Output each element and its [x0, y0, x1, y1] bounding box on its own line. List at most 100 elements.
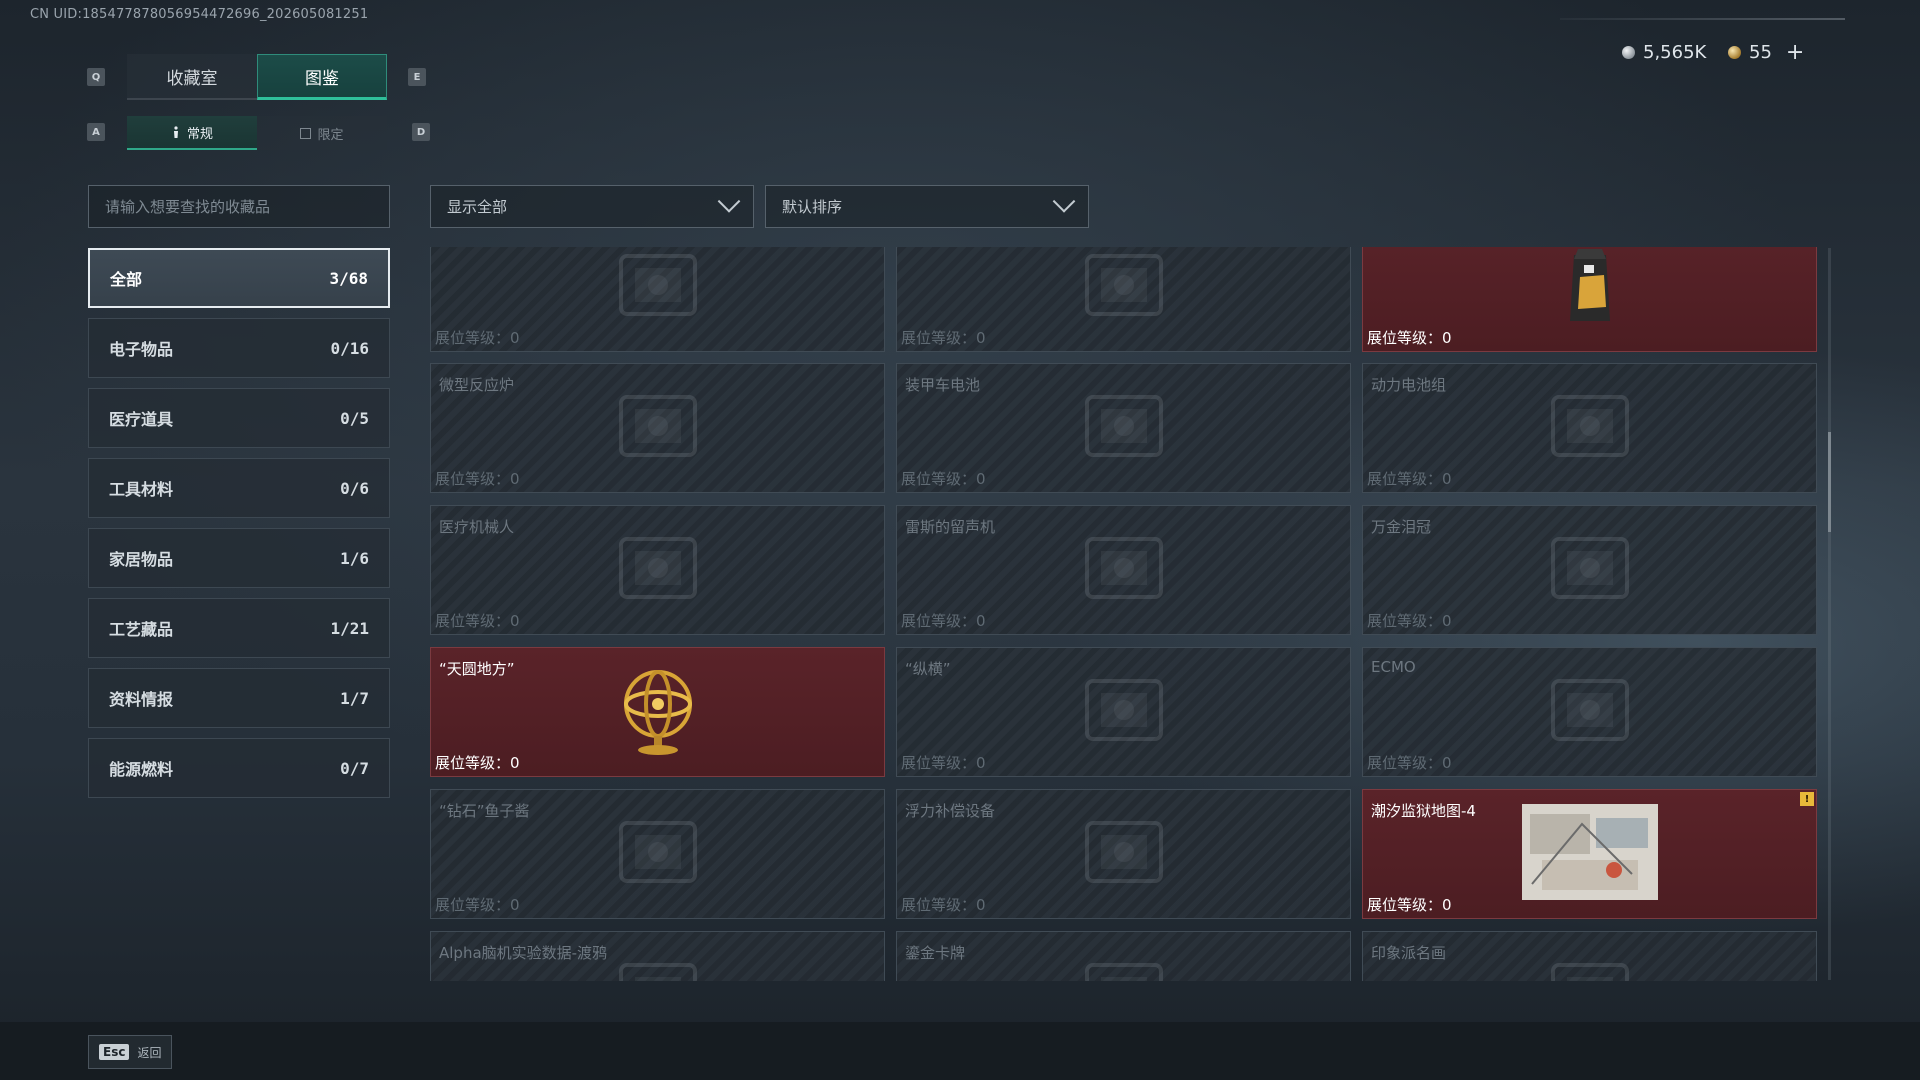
category-count: 3/68	[329, 268, 368, 288]
reactor-icon	[603, 381, 713, 475]
card-name: 动力电池组	[1371, 376, 1447, 394]
figure-icon	[173, 126, 178, 138]
silver-value: 5,565K	[1643, 41, 1707, 63]
card-name: Alpha脑机实验数据-渡鸦	[439, 944, 608, 962]
gold-value: 55	[1749, 41, 1772, 63]
crown-icon	[1535, 523, 1645, 617]
tab-collection-room[interactable]: 收藏室	[127, 54, 257, 100]
sort-dropdown[interactable]: 默认排序	[765, 185, 1089, 228]
card-name: 装甲车电池	[905, 376, 981, 394]
collection-card[interactable]: 医疗机械人 展位等级：0	[430, 505, 885, 635]
category-item[interactable]: 全部 3/68	[88, 248, 390, 308]
category-item[interactable]: 能源燃料 0/7	[88, 738, 390, 798]
key-hint-next-tab: E	[408, 68, 426, 86]
chessboard-icon	[1069, 665, 1179, 759]
category-count: 0/5	[340, 408, 369, 428]
prison-map-icon	[1521, 804, 1658, 904]
card-level: 展位等级：0	[1367, 470, 1452, 488]
limited-icon	[300, 127, 312, 139]
key-hint-next-subtab: D	[412, 123, 430, 141]
category-item[interactable]: 电子物品 0/16	[88, 318, 390, 378]
buoyancy-device-icon	[1069, 807, 1179, 901]
collection-card[interactable]: Alpha脑机实验数据-渡鸦展位等级：0	[430, 931, 885, 981]
card-name: 浮力补偿设备	[905, 802, 996, 820]
scrollbar-thumb[interactable]	[1828, 432, 1831, 532]
silver-coin-icon	[1622, 45, 1635, 59]
category-item[interactable]: 工具材料 0/6	[88, 458, 390, 518]
category-count: 0/16	[330, 338, 369, 358]
category-item[interactable]: 工艺藏品 1/21	[88, 598, 390, 658]
card-level: 展位等级：0	[901, 754, 986, 772]
category-label: 能源燃料	[109, 760, 174, 779]
collection-card[interactable]: 微型反应炉 展位等级：0	[430, 363, 885, 493]
card-name: 万金泪冠	[1371, 518, 1432, 536]
category-count: 1/21	[330, 618, 369, 638]
collection-card[interactable]: ECMO 展位等级：0	[1362, 647, 1817, 777]
painting-icon	[1535, 949, 1645, 981]
caviar-tin-icon	[603, 807, 713, 901]
card-level: 展位等级：0	[435, 470, 520, 488]
card-level: 展位等级：0	[1367, 896, 1452, 914]
collection-grid: 展位等级：0 展位等级：0 展位等级：0 微型反应炉 展位等级：0 装甲车电池 展位等级：0…	[430, 247, 1820, 981]
chevron-down-icon	[717, 189, 741, 213]
collection-card[interactable]: 展位等级：0	[430, 247, 885, 352]
back-label: 返回	[137, 1045, 162, 1060]
key-hint-prev-subtab: A	[87, 123, 105, 141]
subtab-limited[interactable]: 限定	[257, 116, 387, 150]
uid-label: CN UID:18547787805695447269​6_2026050812…	[30, 7, 369, 22]
category-count: 0/6	[340, 478, 369, 498]
collection-card[interactable]: 装甲车电池展位等级：0	[896, 363, 1351, 493]
battery-icon	[1069, 381, 1179, 475]
tab-catalog[interactable]: 图鉴	[257, 54, 387, 100]
safe-box-icon	[603, 247, 713, 334]
chevron-down-icon	[1052, 189, 1076, 213]
back-button[interactable]: Esc 返回	[88, 1035, 173, 1069]
card-name: 雷斯的留声机	[905, 518, 996, 536]
machine-icon	[1069, 247, 1179, 334]
collection-card[interactable]: 雷斯的留声机 展位等级：0	[896, 505, 1351, 635]
card-level: 展位等级：0	[901, 329, 986, 347]
gold-coin-icon	[1728, 45, 1741, 59]
subtab-regular[interactable]: 常规	[127, 116, 257, 150]
collection-card[interactable]: “钻石”鱼子酱展位等级：0	[430, 789, 885, 919]
armillary-sphere-icon	[613, 660, 703, 764]
sort-dropdown-label: 默认排序	[782, 198, 843, 216]
card-level: 展位等级：0	[435, 896, 520, 914]
card-level: 展位等级：0	[435, 612, 520, 630]
filter-dropdown[interactable]: 显示全部	[430, 185, 754, 228]
collection-card[interactable]: 展位等级：0	[896, 247, 1351, 352]
card-name: “纵横”	[905, 660, 951, 678]
category-item[interactable]: 资料情报 1/7	[88, 668, 390, 728]
collection-card[interactable]: 潮汐监狱地图-4 展位等级：0!	[1362, 789, 1817, 919]
card-level: 展位等级：0	[901, 470, 986, 488]
collection-card[interactable]: “纵横” 展位等级：0	[896, 647, 1351, 777]
collection-card[interactable]: 展位等级：0	[1362, 247, 1817, 352]
card-name: ECMO	[1371, 658, 1416, 676]
category-item[interactable]: 家居物品 1/6	[88, 528, 390, 588]
category-label: 家居物品	[109, 550, 174, 569]
collection-card[interactable]: 鎏金卡牌展位等级：0	[896, 931, 1351, 981]
category-label: 工艺藏品	[109, 620, 174, 639]
add-currency-button[interactable]: +	[1786, 40, 1804, 65]
gold-currency: 55 +	[1728, 40, 1804, 65]
collection-card[interactable]: 动力电池组展位等级：0	[1362, 363, 1817, 493]
scrollbar-track[interactable]	[1828, 248, 1831, 980]
category-label: 全部	[110, 270, 143, 289]
card-level: 展位等级：0	[435, 329, 520, 347]
new-badge-icon: !	[1800, 792, 1814, 806]
search-input[interactable]: 请输入想要查找的收藏品	[88, 185, 390, 228]
category-item[interactable]: 医疗道具 0/5	[88, 388, 390, 448]
card-name: “钻石”鱼子酱	[439, 802, 530, 820]
top-divider	[1560, 18, 1845, 20]
category-label: 医疗道具	[109, 410, 174, 429]
card-name: 潮汐监狱地图-4	[1371, 802, 1476, 820]
category-label: 电子物品	[109, 340, 174, 359]
category-count: 0/7	[340, 758, 369, 778]
collection-card[interactable]: 印象派名画展位等级：0	[1362, 931, 1817, 981]
collection-card[interactable]: 万金泪冠 展位等级：0	[1362, 505, 1817, 635]
collection-card[interactable]: “天圆地方” 展位等级：0	[430, 647, 885, 777]
esc-key: Esc	[99, 1044, 130, 1060]
bottom-bar	[0, 1022, 1920, 1080]
collection-card[interactable]: 浮力补偿设备 展位等级：0	[896, 789, 1351, 919]
category-count: 1/6	[340, 548, 369, 568]
